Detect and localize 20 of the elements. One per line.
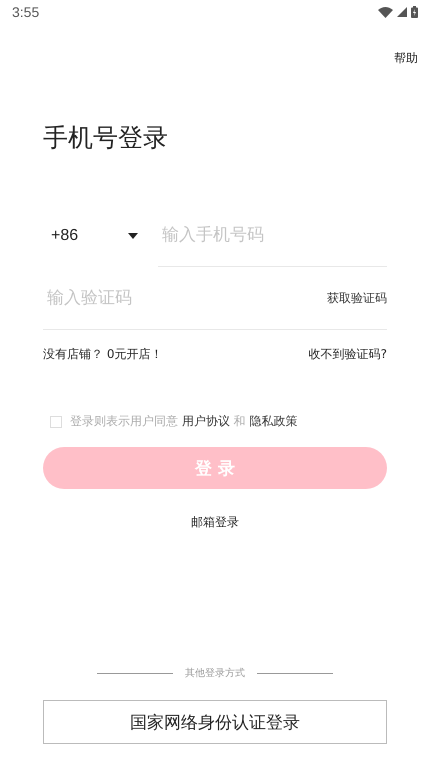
help-link[interactable]: 帮助	[394, 50, 418, 67]
no-code-link[interactable]: 收不到验证码?	[308, 346, 387, 363]
other-login-label: 其他登录方式	[185, 666, 245, 680]
status-time: 3:55	[12, 4, 40, 20]
battery-icon	[411, 6, 418, 18]
phone-input-field[interactable]: 输入手机号码	[158, 204, 387, 267]
signal-icon	[397, 7, 407, 17]
privacy-policy-link[interactable]: 隐私政策	[249, 414, 298, 428]
agreement-text: 登录则表示用户同意 用户协议 和 隐私政策	[70, 413, 298, 430]
get-code-link[interactable]: 获取验证码	[327, 290, 387, 306]
country-code-dropdown[interactable]: +86	[43, 204, 143, 267]
code-input-field[interactable]: 输入验证码	[43, 267, 327, 329]
open-shop-link[interactable]: 没有店铺？ 0元开店！	[43, 346, 162, 363]
wifi-icon	[378, 6, 393, 18]
national-id-login-button[interactable]: 国家网络身份认证登录	[43, 700, 387, 744]
email-login-link[interactable]: 邮箱登录	[191, 514, 239, 531]
page-title: 手机号登录	[43, 122, 169, 154]
user-agreement-link[interactable]: 用户协议	[182, 414, 230, 428]
caret-icon	[128, 232, 138, 238]
agreement-checkbox[interactable]	[50, 416, 62, 428]
